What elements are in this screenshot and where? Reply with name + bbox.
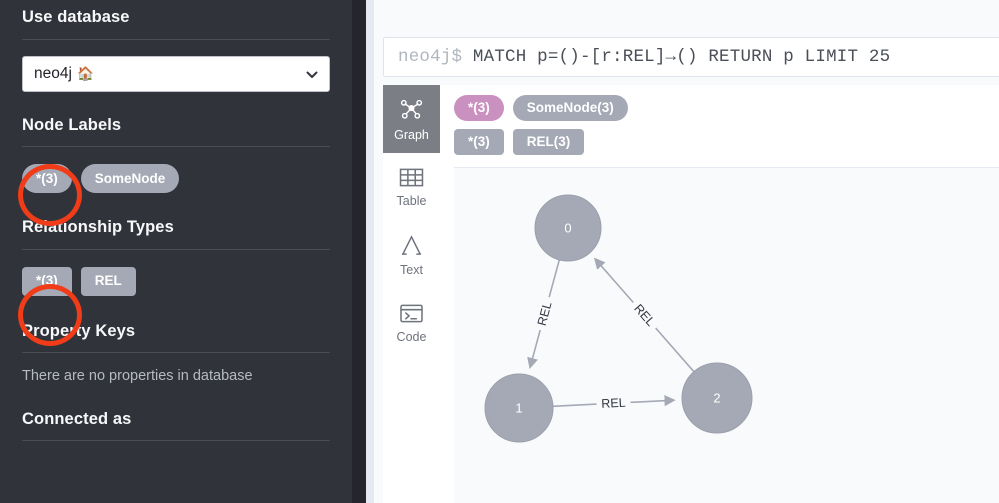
neo4j-browser-window: Use database neo4j 🏠 Node Labels *(3) So… xyxy=(0,0,999,503)
main-panel: neo4j$ MATCH p=()-[r:REL]→() RETURN p LI… xyxy=(366,0,999,503)
tab-table[interactable]: Table xyxy=(383,153,440,221)
property-keys-heading: Property Keys xyxy=(22,321,136,340)
relationship-types-heading: Relationship Types xyxy=(22,218,174,236)
sidebar-section-use-database: Use database neo4j 🏠 xyxy=(22,0,330,92)
graph-node-label: 0 xyxy=(564,221,571,236)
result-pane: Graph Table Text Code *(3) SomeNode(3) *… xyxy=(383,85,999,503)
node-label-chip-row: *(3) SomeNode xyxy=(22,164,330,193)
legend-node-chip-somenode[interactable]: SomeNode(3) xyxy=(512,95,628,121)
text-icon xyxy=(399,234,424,257)
use-database-heading: Use database xyxy=(22,8,130,26)
query-prompt: neo4j$ xyxy=(398,47,463,67)
sidebar-gutter xyxy=(352,0,366,503)
result-view-tabs: Graph Table Text Code xyxy=(383,85,440,503)
sidebar: Use database neo4j 🏠 Node Labels *(3) So… xyxy=(0,0,352,503)
relationship-chip-all[interactable]: *(3) xyxy=(22,266,72,296)
sidebar-section-node-labels: Node Labels *(3) SomeNode xyxy=(22,115,330,193)
sidebar-section-relationship-types: Relationship Types *(3) REL xyxy=(22,219,330,296)
divider xyxy=(22,352,330,353)
legend-relationship-chip-row: *(3) REL(3) xyxy=(454,129,999,155)
chevron-down-icon[interactable] xyxy=(305,67,318,80)
node-labels-heading: Node Labels xyxy=(22,115,122,134)
graph-legend: *(3) SomeNode(3) *(3) REL(3) xyxy=(440,85,999,155)
graph-edges: RELRELREL xyxy=(527,257,695,413)
graph-node-label: 1 xyxy=(515,401,522,416)
legend-relationship-chip-all[interactable]: *(3) xyxy=(454,129,504,155)
database-select[interactable]: neo4j 🏠 xyxy=(22,55,330,92)
divider xyxy=(22,146,330,147)
query-editor[interactable]: neo4j$ MATCH p=()-[r:REL]→() RETURN p LI… xyxy=(383,37,999,77)
divider xyxy=(22,38,330,40)
relationship-label: REL xyxy=(535,300,555,327)
connected-as-heading: Connected as xyxy=(22,409,132,428)
sidebar-section-connected-as: Connected as xyxy=(22,409,330,441)
relationship-chip-rel[interactable]: REL xyxy=(80,266,136,296)
legend-node-chip-row: *(3) SomeNode(3) xyxy=(454,95,999,121)
database-name: neo4j xyxy=(34,64,72,82)
legend-node-chip-all[interactable]: *(3) xyxy=(454,95,504,121)
legend-relationship-chip-rel[interactable]: REL(3) xyxy=(512,129,585,155)
stream-frame: neo4j$ MATCH p=()-[r:REL]→() RETURN p LI… xyxy=(373,0,999,503)
relationship-type-chip-row: *(3) REL xyxy=(22,266,330,296)
tab-code[interactable]: Code xyxy=(383,289,440,357)
result-content: *(3) SomeNode(3) *(3) REL(3) REL REL REL… xyxy=(440,85,999,503)
graph-node-label: 2 xyxy=(713,391,720,406)
code-icon xyxy=(399,303,424,324)
database-select-value: neo4j 🏠 xyxy=(34,65,94,83)
tab-graph[interactable]: Graph xyxy=(383,85,440,153)
tab-table-label: Table xyxy=(396,193,427,208)
graph-icon xyxy=(399,97,424,122)
table-icon xyxy=(399,167,424,188)
divider xyxy=(22,440,330,441)
sidebar-section-property-keys: Property Keys There are no properties in… xyxy=(22,321,330,384)
node-label-chip-all[interactable]: *(3) xyxy=(22,164,72,193)
tab-text-label: Text xyxy=(400,262,423,277)
home-emoji-icon: 🏠 xyxy=(76,65,94,81)
query-text: MATCH p=()-[r:REL]→() RETURN p LIMIT 25 xyxy=(472,47,891,67)
query-editor-text: neo4j$ MATCH p=()-[r:REL]→() RETURN p LI… xyxy=(398,47,890,67)
tab-text[interactable]: Text xyxy=(383,221,440,289)
relationship-label: REL xyxy=(601,396,626,411)
tab-graph-label: Graph xyxy=(394,127,429,142)
tab-code-label: Code xyxy=(396,329,427,344)
divider xyxy=(22,248,330,250)
property-keys-empty-message: There are no properties in database xyxy=(22,368,253,384)
graph-svg[interactable]: RELRELREL 012 xyxy=(454,168,999,503)
graph-visualization[interactable]: REL REL REL 012 xyxy=(454,168,999,503)
node-label-chip-somenode[interactable]: SomeNode xyxy=(80,164,180,193)
